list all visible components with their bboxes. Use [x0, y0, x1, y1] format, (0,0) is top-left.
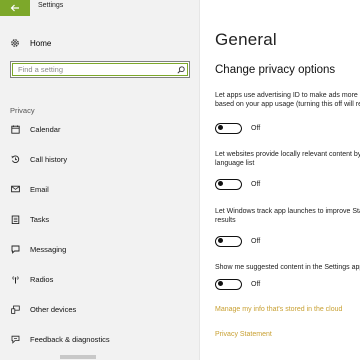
sidebar-item-label: Feedback & diagnostics: [30, 334, 110, 344]
sidebar-item-label: Calendar: [30, 124, 61, 134]
toggle-state-label: Off: [251, 237, 261, 245]
search-input[interactable]: [18, 63, 173, 76]
sidebar-item-email[interactable]: Email: [10, 182, 195, 196]
back-button[interactable]: [0, 0, 30, 16]
search-box[interactable]: [10, 61, 190, 78]
scroll-indicator[interactable]: [60, 355, 96, 359]
tasks-icon: [10, 214, 20, 224]
suggested-content-toggle[interactable]: [215, 278, 242, 290]
navigation-pane: Settings Home Privacy Calendar Call hist…: [0, 0, 200, 360]
sidebar-item-other-devices[interactable]: Other devices: [10, 302, 195, 316]
track-app-launches-toggle[interactable]: [215, 235, 242, 247]
page-title: General: [215, 30, 277, 49]
content-pane: General Change privacy options Let apps …: [201, 0, 360, 360]
manage-info-link[interactable]: Manage my info that's stored in the clou…: [215, 306, 342, 313]
home-nav-item[interactable]: Home: [10, 36, 51, 50]
setting-description: Let websites provide locally relevant co…: [215, 151, 360, 167]
advertising-id-toggle-row: Off: [215, 122, 260, 134]
setting-description: Let apps use advertising ID to make ads …: [215, 92, 360, 108]
sidebar-item-label: Email: [30, 184, 49, 194]
sidebar-item-radios[interactable]: Radios: [10, 272, 195, 286]
messaging-icon: [10, 244, 20, 254]
call-history-icon: [10, 154, 20, 164]
radios-icon: [10, 274, 20, 284]
sidebar-item-feedback-diagnostics[interactable]: Feedback & diagnostics: [10, 332, 195, 346]
privacy-statement-link[interactable]: Privacy Statement: [215, 331, 272, 338]
language-list-toggle[interactable]: [215, 178, 242, 190]
sidebar-item-label: Other devices: [30, 304, 77, 314]
gear-icon: [11, 39, 19, 47]
track-app-launches-toggle-row: Off: [215, 235, 260, 247]
back-arrow-icon: [10, 4, 19, 12]
sidebar-item-label: Call history: [30, 154, 68, 164]
sidebar-item-messaging[interactable]: Messaging: [10, 242, 195, 256]
home-label: Home: [30, 38, 52, 48]
feedback-icon: [10, 334, 20, 344]
title-bar: Settings: [0, 0, 199, 16]
sidebar-item-label: Tasks: [30, 214, 50, 224]
sidebar-item-label: Messaging: [30, 244, 67, 254]
window-title: Settings: [38, 2, 64, 9]
toggle-state-label: Off: [251, 124, 261, 132]
sidebar-item-tasks[interactable]: Tasks: [10, 212, 195, 226]
setting-description: Let Windows track app launches to improv…: [215, 208, 360, 224]
advertising-id-toggle[interactable]: [215, 122, 242, 134]
email-icon: [10, 184, 20, 194]
privacy-section-header: Privacy: [10, 106, 35, 115]
suggested-content-toggle-row: Off: [215, 278, 260, 290]
toggle-state-label: Off: [251, 280, 261, 288]
search-icon[interactable]: [177, 65, 185, 74]
section-title: Change privacy options: [215, 64, 336, 76]
sidebar-item-calendar[interactable]: Calendar: [10, 122, 195, 136]
toggle-state-label: Off: [251, 180, 261, 188]
setting-description: Show me suggested content in the Setting…: [215, 264, 360, 271]
calendar-icon: [10, 124, 20, 134]
language-list-toggle-row: Off: [215, 178, 260, 190]
sidebar-item-label: Radios: [30, 274, 54, 284]
other-devices-icon: [10, 304, 20, 314]
sidebar-item-call-history[interactable]: Call history: [10, 152, 195, 166]
